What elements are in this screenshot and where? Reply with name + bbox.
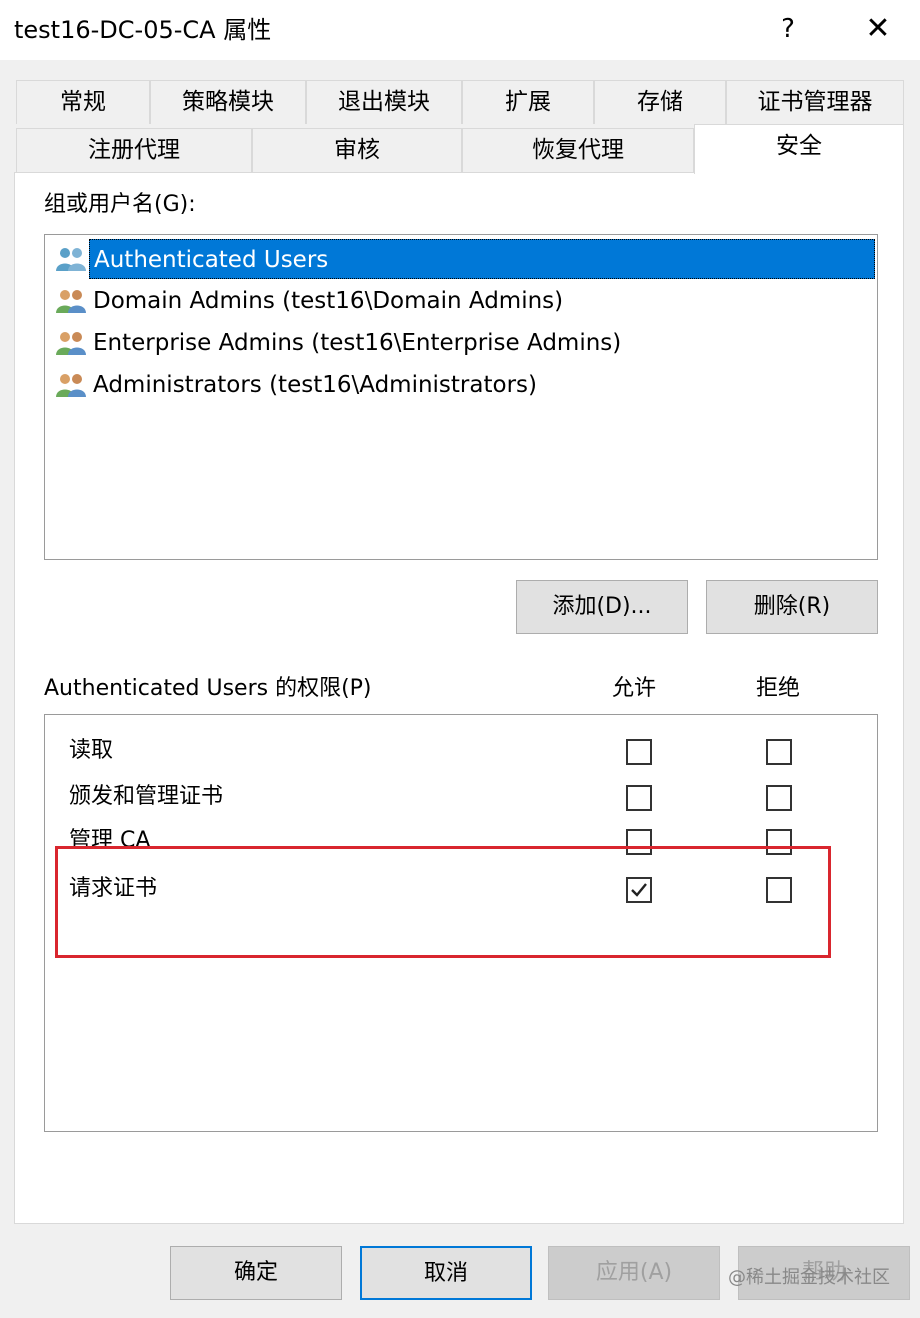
add-button[interactable]: 添加(D)... [516, 580, 688, 634]
user-group-icon [56, 374, 86, 397]
deny-checkbox[interactable] [766, 739, 792, 765]
allow-column-header: 允许 [612, 676, 657, 701]
user-group-icon [56, 332, 86, 355]
allow-checkbox[interactable] [626, 829, 652, 855]
help-icon[interactable]: ? [760, 6, 816, 52]
tab-general[interactable]: 常规 [16, 80, 150, 124]
tab-exit-module[interactable]: 退出模块 [306, 80, 462, 124]
groups-label: 组或用户名(G): [44, 192, 196, 217]
user-group-icon [56, 290, 86, 313]
allow-checkbox[interactable] [626, 739, 652, 765]
tab-security[interactable]: 安全 [694, 124, 904, 174]
apply-button[interactable]: 应用(A) [548, 1246, 720, 1300]
deny-checkbox[interactable] [766, 785, 792, 811]
list-item-label: Authenticated Users [89, 239, 875, 279]
title-bar: test16-DC-05-CA 属性 ? ✕ [0, 0, 920, 60]
list-item[interactable]: Domain Admins (test16\Domain Admins) [53, 281, 875, 321]
tab-extensions[interactable]: 扩展 [462, 80, 594, 124]
list-item[interactable]: Enterprise Admins (test16\Enterprise Adm… [53, 323, 875, 363]
deny-column-header: 拒绝 [756, 676, 801, 701]
permission-row: 读取 [45, 731, 877, 771]
user-group-icon [56, 248, 86, 271]
tab-certificate-managers[interactable]: 证书管理器 [726, 80, 904, 124]
window-title: test16-DC-05-CA 属性 [14, 16, 272, 44]
permissions-list: 读取 颁发和管理证书 管理 CA 请求证书 [44, 714, 878, 1132]
watermark: @稀土掘金技术社区 [728, 1267, 890, 1288]
close-icon[interactable]: ✕ [850, 6, 906, 52]
deny-checkbox[interactable] [766, 829, 792, 855]
permission-row: 颁发和管理证书 [45, 777, 877, 817]
allow-checkbox[interactable] [626, 785, 652, 811]
tab-enrollment-agents[interactable]: 注册代理 [16, 128, 252, 172]
cancel-button[interactable]: 取消 [360, 1246, 532, 1300]
remove-button[interactable]: 删除(R) [706, 580, 878, 634]
tab-auditing[interactable]: 审核 [252, 128, 462, 172]
list-item[interactable]: Administrators (test16\Administrators) [53, 365, 875, 405]
tab-policy-module[interactable]: 策略模块 [150, 80, 306, 124]
permission-name: 请求证书 [69, 876, 158, 901]
list-item-label: Domain Admins (test16\Domain Admins) [93, 288, 564, 314]
permission-row: 请求证书 [45, 869, 877, 909]
permission-row: 管理 CA [45, 821, 877, 861]
groups-list[interactable]: Authenticated Users Domain Admins (test1… [44, 234, 878, 560]
checkmark-icon [631, 883, 647, 897]
permission-name: 读取 [69, 738, 114, 763]
allow-checkbox[interactable] [626, 877, 652, 903]
deny-checkbox[interactable] [766, 877, 792, 903]
list-item-label: Administrators (test16\Administrators) [93, 372, 537, 398]
list-item-label: Enterprise Admins (test16\Enterprise Adm… [93, 330, 622, 356]
tab-recovery-agents[interactable]: 恢复代理 [462, 128, 694, 172]
list-item[interactable]: Authenticated Users [53, 239, 875, 279]
tab-storage[interactable]: 存储 [594, 80, 726, 124]
permission-name: 颁发和管理证书 [69, 784, 224, 809]
ok-button[interactable]: 确定 [170, 1246, 342, 1300]
permissions-label: Authenticated Users 的权限(P) [44, 676, 372, 701]
permission-name: 管理 CA [69, 828, 151, 853]
